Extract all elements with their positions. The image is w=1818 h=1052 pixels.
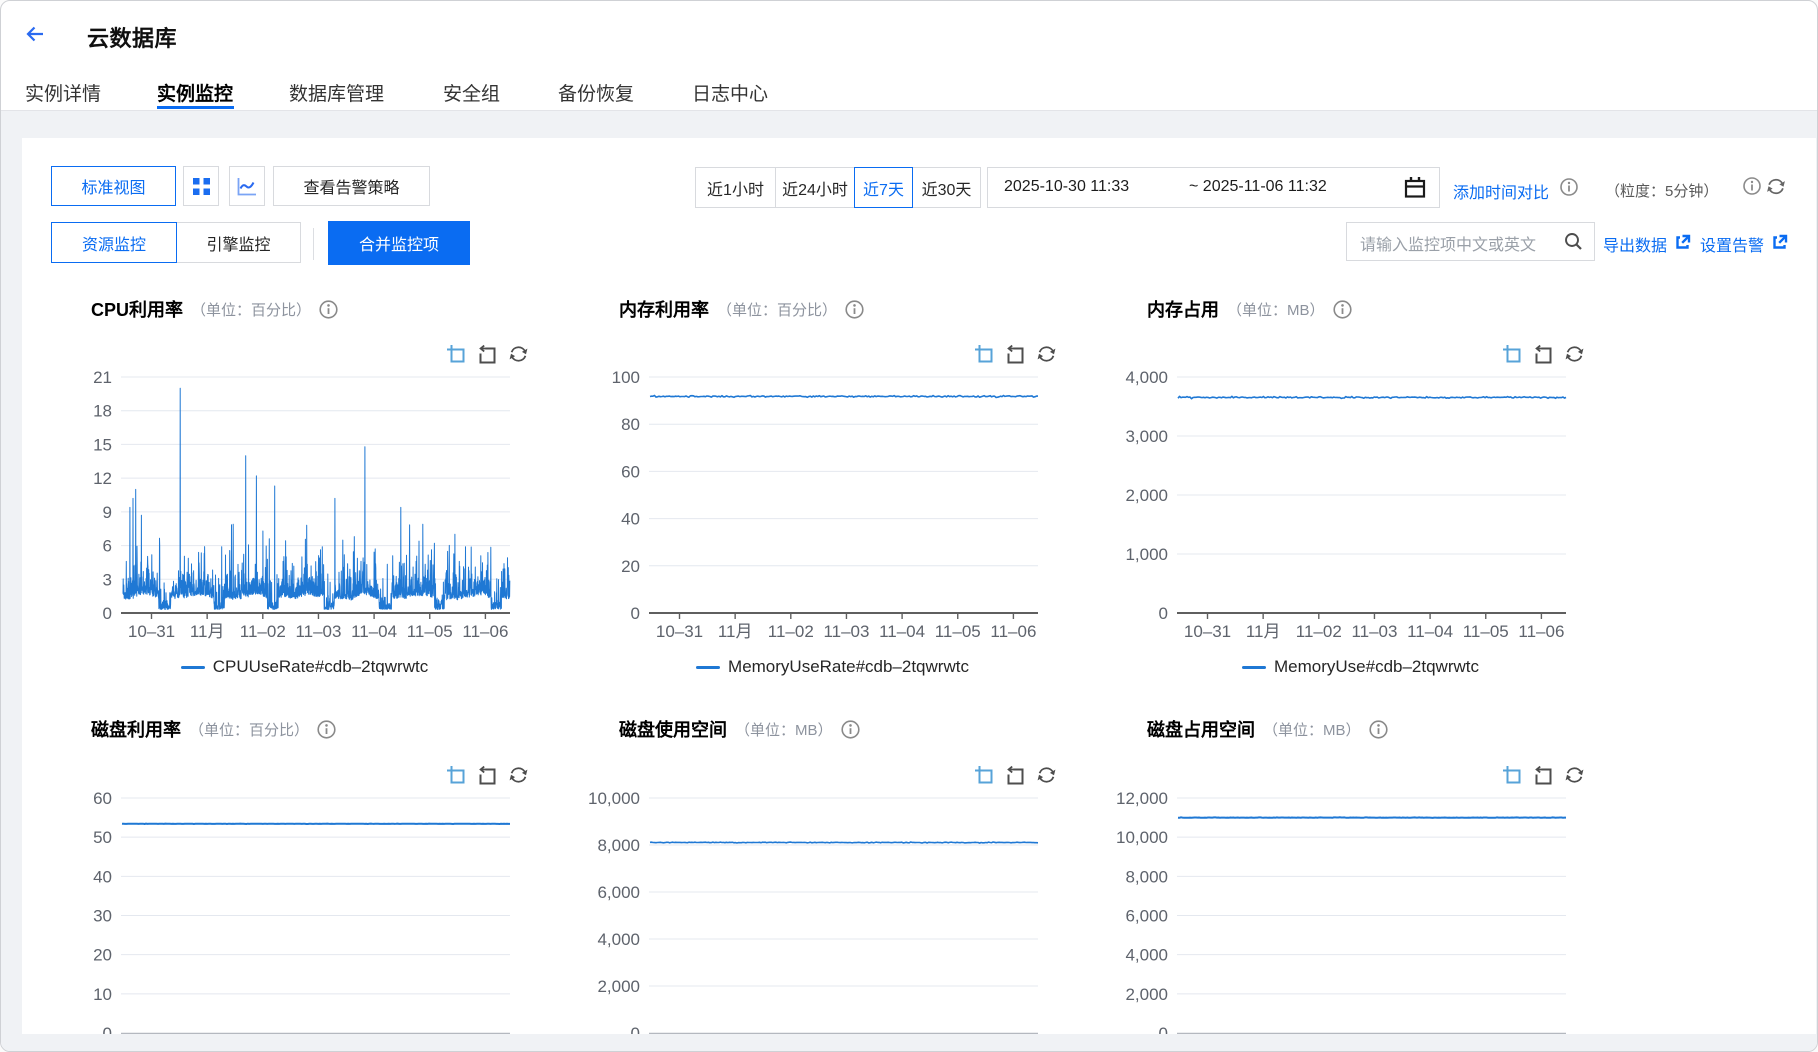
- svg-text:11–05: 11–05: [935, 622, 981, 641]
- svg-text:2,000: 2,000: [1125, 486, 1168, 505]
- svg-text:11–03: 11–03: [823, 622, 869, 641]
- svg-text:30: 30: [93, 907, 112, 926]
- svg-text:11–02: 11–02: [240, 622, 286, 641]
- svg-text:11月: 11月: [718, 622, 753, 641]
- svg-text:11–03: 11–03: [295, 622, 341, 641]
- svg-text:11–06: 11–06: [1518, 622, 1564, 641]
- svg-text:80: 80: [621, 415, 640, 434]
- svg-text:11–02: 11–02: [768, 622, 814, 641]
- svg-text:12,000: 12,000: [1116, 789, 1168, 808]
- svg-text:11–06: 11–06: [462, 622, 508, 641]
- svg-text:4,000: 4,000: [1125, 946, 1168, 965]
- svg-text:40: 40: [621, 510, 640, 529]
- svg-text:10,000: 10,000: [1116, 828, 1168, 847]
- svg-text:3: 3: [103, 570, 112, 589]
- svg-text:6,000: 6,000: [597, 883, 640, 902]
- svg-text:4,000: 4,000: [1125, 368, 1168, 387]
- svg-text:6,000: 6,000: [1125, 907, 1168, 926]
- svg-text:1,000: 1,000: [1125, 545, 1168, 564]
- svg-text:21: 21: [93, 368, 112, 387]
- svg-text:15: 15: [93, 435, 112, 454]
- svg-text:0: 0: [103, 1024, 112, 1034]
- svg-text:40: 40: [93, 867, 112, 886]
- svg-text:0: 0: [103, 604, 112, 623]
- svg-text:11月: 11月: [1246, 622, 1281, 641]
- svg-text:0: 0: [631, 1024, 640, 1034]
- svg-text:60: 60: [621, 462, 640, 481]
- svg-text:20: 20: [621, 557, 640, 576]
- svg-text:0: 0: [1159, 604, 1168, 623]
- svg-text:8,000: 8,000: [1125, 867, 1168, 886]
- svg-text:18: 18: [93, 402, 112, 421]
- svg-text:10,000: 10,000: [588, 789, 640, 808]
- svg-text:0: 0: [1159, 1024, 1168, 1034]
- svg-text:11–04: 11–04: [1407, 622, 1453, 641]
- svg-text:11–04: 11–04: [351, 622, 397, 641]
- svg-text:9: 9: [103, 503, 112, 522]
- svg-text:11–03: 11–03: [1351, 622, 1397, 641]
- svg-text:100: 100: [612, 368, 640, 387]
- svg-text:2,000: 2,000: [597, 977, 640, 996]
- svg-text:3,000: 3,000: [1125, 427, 1168, 446]
- svg-text:8,000: 8,000: [597, 836, 640, 855]
- svg-text:11–05: 11–05: [407, 622, 453, 641]
- svg-text:11–02: 11–02: [1296, 622, 1342, 641]
- svg-text:2,000: 2,000: [1125, 985, 1168, 1004]
- svg-text:10–31: 10–31: [128, 622, 175, 641]
- svg-text:11月: 11月: [190, 622, 225, 641]
- svg-text:11–05: 11–05: [1463, 622, 1509, 641]
- svg-text:10–31: 10–31: [1184, 622, 1231, 641]
- svg-text:50: 50: [93, 828, 112, 847]
- svg-text:10: 10: [93, 985, 112, 1004]
- svg-text:60: 60: [93, 789, 112, 808]
- svg-text:10–31: 10–31: [656, 622, 703, 641]
- svg-text:12: 12: [93, 469, 112, 488]
- svg-text:11–04: 11–04: [879, 622, 925, 641]
- svg-text:20: 20: [93, 946, 112, 965]
- svg-text:6: 6: [103, 537, 112, 556]
- svg-text:0: 0: [631, 604, 640, 623]
- svg-text:11–06: 11–06: [990, 622, 1036, 641]
- svg-text:4,000: 4,000: [597, 930, 640, 949]
